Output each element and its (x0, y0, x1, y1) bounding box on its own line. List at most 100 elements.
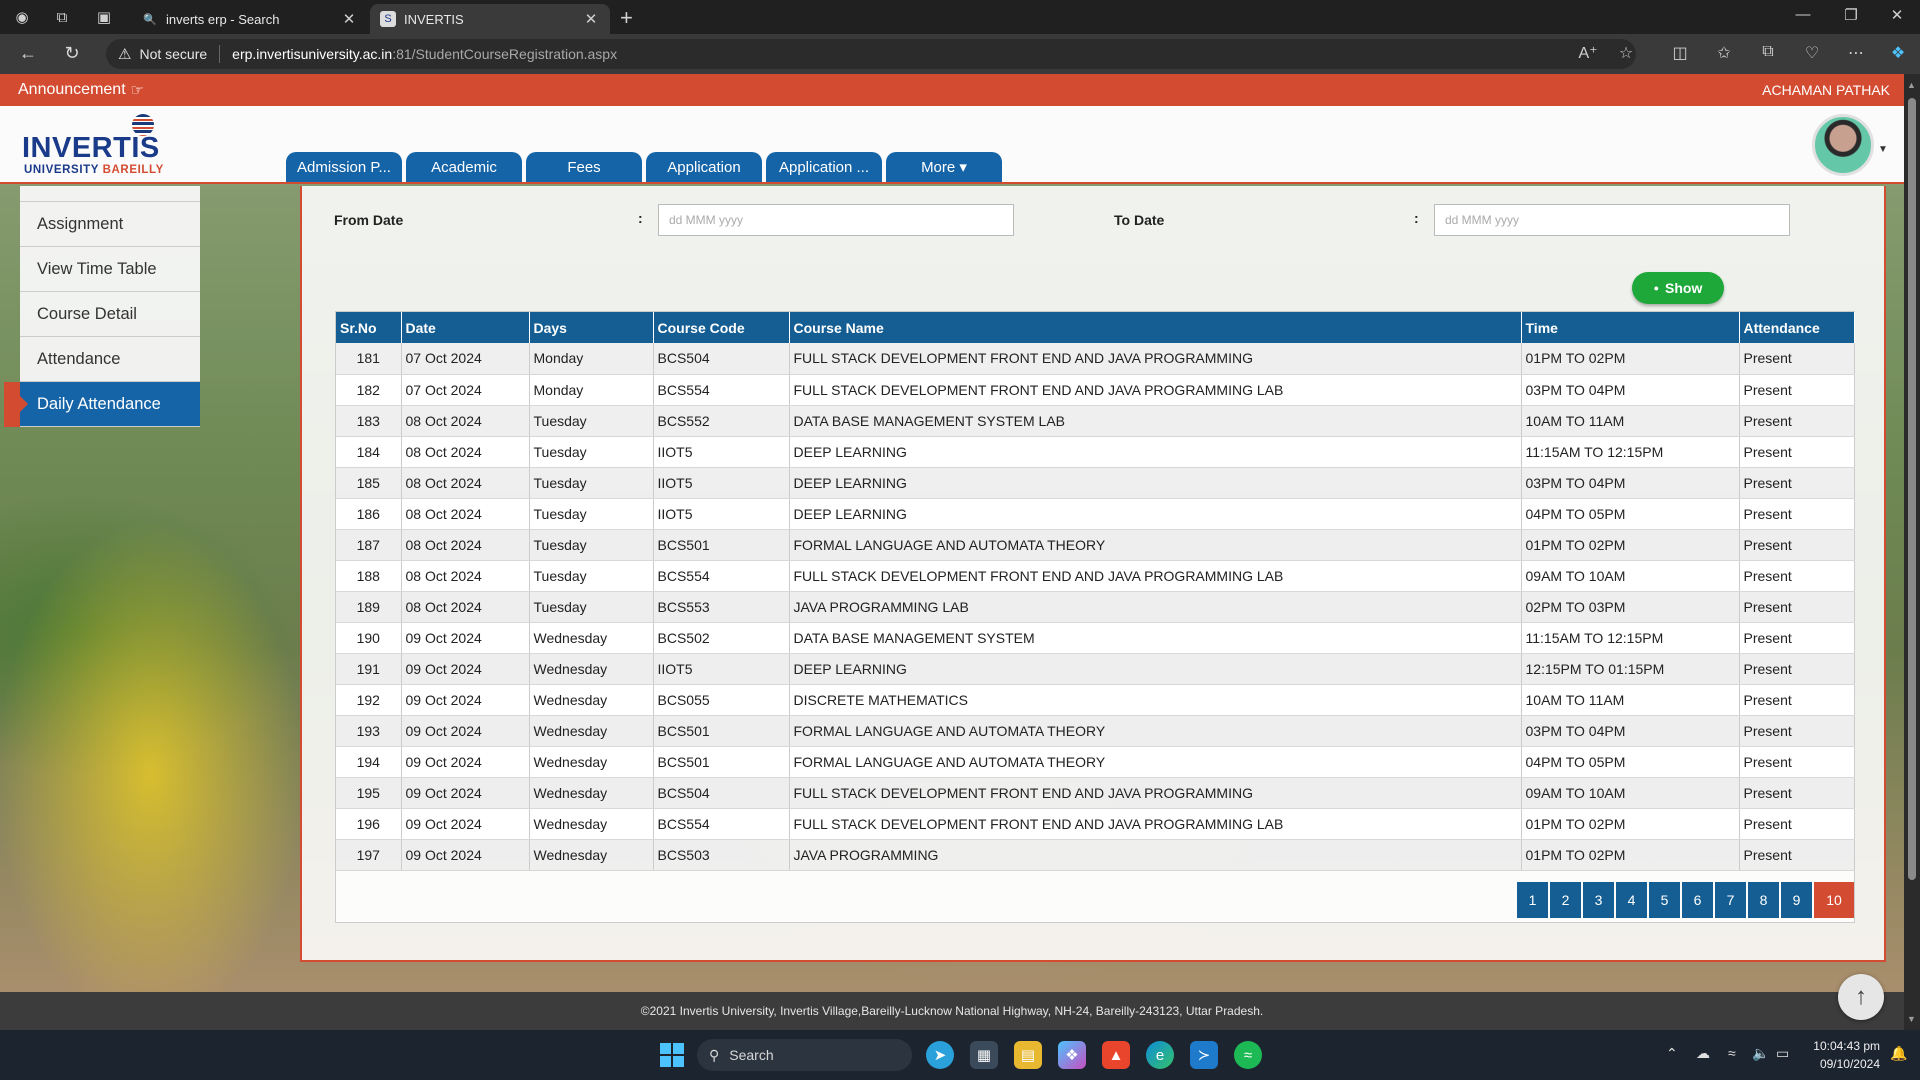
close-tab-icon[interactable]: ✕ (340, 10, 358, 28)
avatar[interactable] (1812, 114, 1874, 176)
warning-icon[interactable]: ⚠ (118, 45, 131, 63)
browser-tab-search[interactable]: 🔍 inverts erp - Search ✕ (132, 4, 368, 34)
table-row: 192 09 Oct 2024 Wednesday BCS055 DISCRETE MA… (336, 684, 1855, 716)
favorite-star-icon[interactable]: ☆ (1612, 43, 1640, 63)
store-icon[interactable]: ▦ (970, 1041, 998, 1069)
to-date-input[interactable] (1434, 204, 1790, 236)
cell-time: 09AM TO 10AM (1521, 560, 1740, 592)
table-row: 187 08 Oct 2024 Tuesday BCS501 FORMAL LANGUA… (336, 529, 1855, 561)
cell-course-name: FULL STACK DEVELOPMENT FRONT END AND JAV… (789, 374, 1522, 406)
page-button-1[interactable]: 1 (1517, 882, 1548, 918)
page-button-5[interactable]: 5 (1649, 882, 1680, 918)
cell-course-code: BCS504 (653, 343, 790, 375)
sidebar-item-daily-attendance[interactable]: Daily Attendance (4, 382, 200, 427)
wifi-icon[interactable]: ≈ (1728, 1045, 1736, 1061)
page-button-6[interactable]: 6 (1682, 882, 1713, 918)
taskbar-clock[interactable]: 10:04:43 pm 09/10/2024 (1790, 1037, 1880, 1073)
from-date-input[interactable] (658, 204, 1014, 236)
vscode-icon[interactable]: ≻ (1190, 1041, 1218, 1069)
taskbar-search[interactable]: ⚲ Search (697, 1039, 912, 1071)
more-menu-icon[interactable]: ⋯ (1842, 43, 1870, 63)
nav-tab-application-2[interactable]: Application ... (766, 152, 882, 182)
tab-actions-icon[interactable]: ▣ (92, 6, 116, 28)
security-label[interactable]: Not secure (139, 46, 207, 62)
cell-course-name: JAVA PROGRAMMING (789, 839, 1522, 871)
scroll-up-icon[interactable]: ▲ (1907, 80, 1916, 90)
table-body: 181 07 Oct 2024 Monday BCS504 FULL STACK DEV… (336, 343, 1855, 871)
scroll-thumb[interactable] (1908, 98, 1916, 880)
onedrive-icon[interactable]: ☁ (1696, 1045, 1710, 1062)
cell-time: 10AM TO 11AM (1521, 405, 1740, 437)
back-icon[interactable]: ← (14, 43, 42, 64)
sidebar-item-view-time-table[interactable]: View Time Table (20, 247, 200, 292)
nav-tab-admission[interactable]: Admission P... (286, 152, 402, 182)
restore-icon[interactable]: ❐ (1828, 6, 1874, 24)
announcement-label[interactable]: Announcement (18, 81, 126, 99)
edge-icon[interactable]: e (1146, 1041, 1174, 1069)
browser-address-bar: ← ↻ ⚠ Not secure erp.invertisuniversity.… (0, 34, 1920, 74)
file-explorer-icon[interactable]: ▤ (1014, 1041, 1042, 1069)
sidebar-item-course-detail[interactable]: Course Detail (20, 292, 200, 337)
collections-icon[interactable]: ⧉ (1754, 43, 1782, 61)
tray-chevron-icon[interactable]: ⌃ (1666, 1045, 1678, 1062)
copilot-icon[interactable]: ❖ (1884, 43, 1912, 63)
close-window-icon[interactable]: ✕ (1874, 6, 1920, 24)
cell-course-code: BCS552 (653, 405, 790, 437)
scroll-to-top-icon[interactable]: ↑ (1838, 974, 1884, 1020)
sidebar-item-assignment[interactable]: Assignment (20, 202, 200, 247)
show-button[interactable]: ● Show (1632, 272, 1724, 304)
user-name: ACHAMAN PATHAK (1762, 82, 1890, 98)
caret-down-icon[interactable]: ▼ (1878, 144, 1888, 155)
url-separator (219, 45, 221, 63)
search-favicon-icon: 🔍 (143, 13, 157, 26)
page-button-4[interactable]: 4 (1616, 882, 1647, 918)
notification-bell-icon[interactable]: 🔔 (1890, 1045, 1907, 1062)
favorites-icon[interactable]: ✩ (1710, 43, 1738, 63)
cell-attendance: Present (1739, 808, 1855, 840)
cell-attendance: Present (1739, 498, 1855, 530)
split-screen-icon[interactable]: ◫ (1666, 43, 1694, 63)
read-aloud-icon[interactable]: A⁺ (1574, 43, 1602, 63)
page-button-8[interactable]: 8 (1748, 882, 1779, 918)
windows-start-icon[interactable] (660, 1043, 684, 1067)
nav-tab-academic[interactable]: Academic (406, 152, 522, 182)
spotify-icon[interactable]: ≈ (1234, 1041, 1262, 1069)
page-button-3[interactable]: 3 (1583, 882, 1614, 918)
battery-icon[interactable]: ▭ (1776, 1045, 1789, 1062)
cell-day: Wednesday (529, 622, 654, 654)
workspaces-icon[interactable]: ⧉ (50, 6, 74, 28)
profile-icon[interactable]: ◉ (10, 6, 34, 28)
cell-attendance: Present (1739, 591, 1855, 623)
close-tab-icon[interactable]: ✕ (582, 10, 600, 28)
scroll-down-icon[interactable]: ▼ (1907, 1014, 1916, 1024)
url-input[interactable]: ⚠ Not secure erp.invertisuniversity.ac.i… (106, 39, 1636, 69)
cell-srno: 181 (336, 343, 402, 375)
refresh-icon[interactable]: ↻ (58, 43, 86, 64)
announcement-link[interactable]: Announcement ☞ (18, 81, 144, 99)
telegram-icon[interactable]: ➤ (926, 1041, 954, 1069)
brave-icon[interactable]: ▲ (1102, 1041, 1130, 1069)
university-logo[interactable]: INVERTIS UNIVERSITY BAREILLY (22, 114, 172, 176)
browser-essentials-icon[interactable]: ♡ (1798, 43, 1826, 63)
sidebar-item-attendance[interactable]: Attendance (20, 337, 200, 382)
copilot-app-icon[interactable]: ❖ (1058, 1041, 1086, 1069)
cell-course-code: BCS501 (653, 746, 790, 778)
page-button-2[interactable]: 2 (1550, 882, 1581, 918)
nav-tab-more[interactable]: More ▾ (886, 152, 1002, 182)
page-button-10[interactable]: 10 (1814, 882, 1854, 918)
nav-tab-application[interactable]: Application (646, 152, 762, 182)
cell-course-code: BCS553 (653, 591, 790, 623)
cell-srno: 184 (336, 436, 402, 468)
cell-date: 09 Oct 2024 (401, 715, 530, 747)
cell-course-name: DEEP LEARNING (789, 436, 1522, 468)
page-button-9[interactable]: 9 (1781, 882, 1812, 918)
minimize-icon[interactable]: — (1780, 6, 1826, 23)
new-tab-icon[interactable]: + (620, 5, 633, 31)
browser-tab-invertis[interactable]: S INVERTIS ✕ (370, 4, 610, 34)
logo-wordmark: INVERTIS (22, 132, 160, 164)
page-button-7[interactable]: 7 (1715, 882, 1746, 918)
page-scrollbar[interactable]: ▲ ▼ (1904, 74, 1920, 1030)
volume-icon[interactable]: 🔈 (1752, 1045, 1769, 1062)
cell-attendance: Present (1739, 436, 1855, 468)
nav-tab-fees[interactable]: Fees (526, 152, 642, 182)
